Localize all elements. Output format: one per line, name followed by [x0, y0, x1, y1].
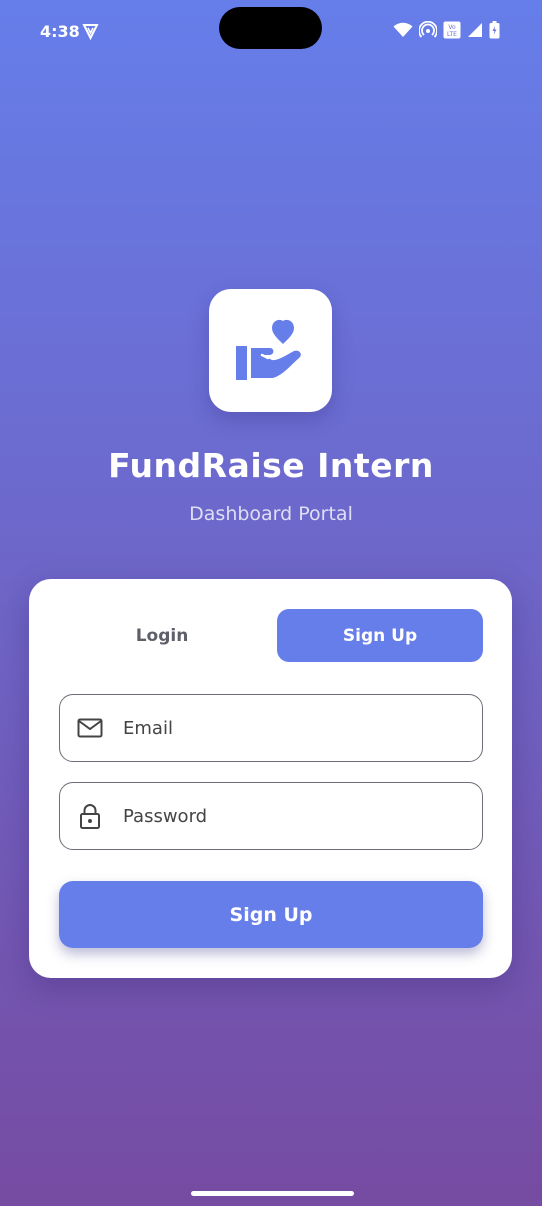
tab-login[interactable]: Login	[59, 609, 265, 662]
password-input[interactable]	[123, 796, 463, 836]
wifi-icon	[393, 22, 413, 42]
app-title: FundRaise Intern	[108, 446, 434, 485]
status-icons: Vo LTE	[393, 20, 500, 43]
mail-icon	[60, 718, 120, 738]
password-field[interactable]	[59, 782, 483, 850]
auth-card: Login Sign Up Sign Up	[29, 579, 512, 978]
volte-icon: Vo LTE	[443, 21, 461, 43]
lock-icon	[60, 803, 120, 829]
camera-notch	[219, 7, 322, 49]
home-indicator[interactable]	[191, 1191, 354, 1196]
email-field[interactable]	[59, 694, 483, 762]
status-bar: 4:38 Vo LTE	[0, 0, 542, 62]
sign-up-button[interactable]: Sign Up	[59, 881, 483, 948]
app-subtitle: Dashboard Portal	[189, 503, 353, 525]
hand-heart-icon	[235, 317, 306, 385]
svg-text:Vo: Vo	[448, 24, 456, 31]
status-time: 4:38	[40, 22, 80, 41]
svg-text:LTE: LTE	[447, 31, 457, 38]
tab-sign-up[interactable]: Sign Up	[277, 609, 483, 662]
battery-icon	[489, 21, 500, 43]
app-logo	[209, 289, 332, 412]
hotspot-icon	[418, 20, 438, 43]
signal-icon	[467, 22, 483, 42]
email-input[interactable]	[123, 708, 463, 748]
vpn-icon	[82, 23, 99, 44]
